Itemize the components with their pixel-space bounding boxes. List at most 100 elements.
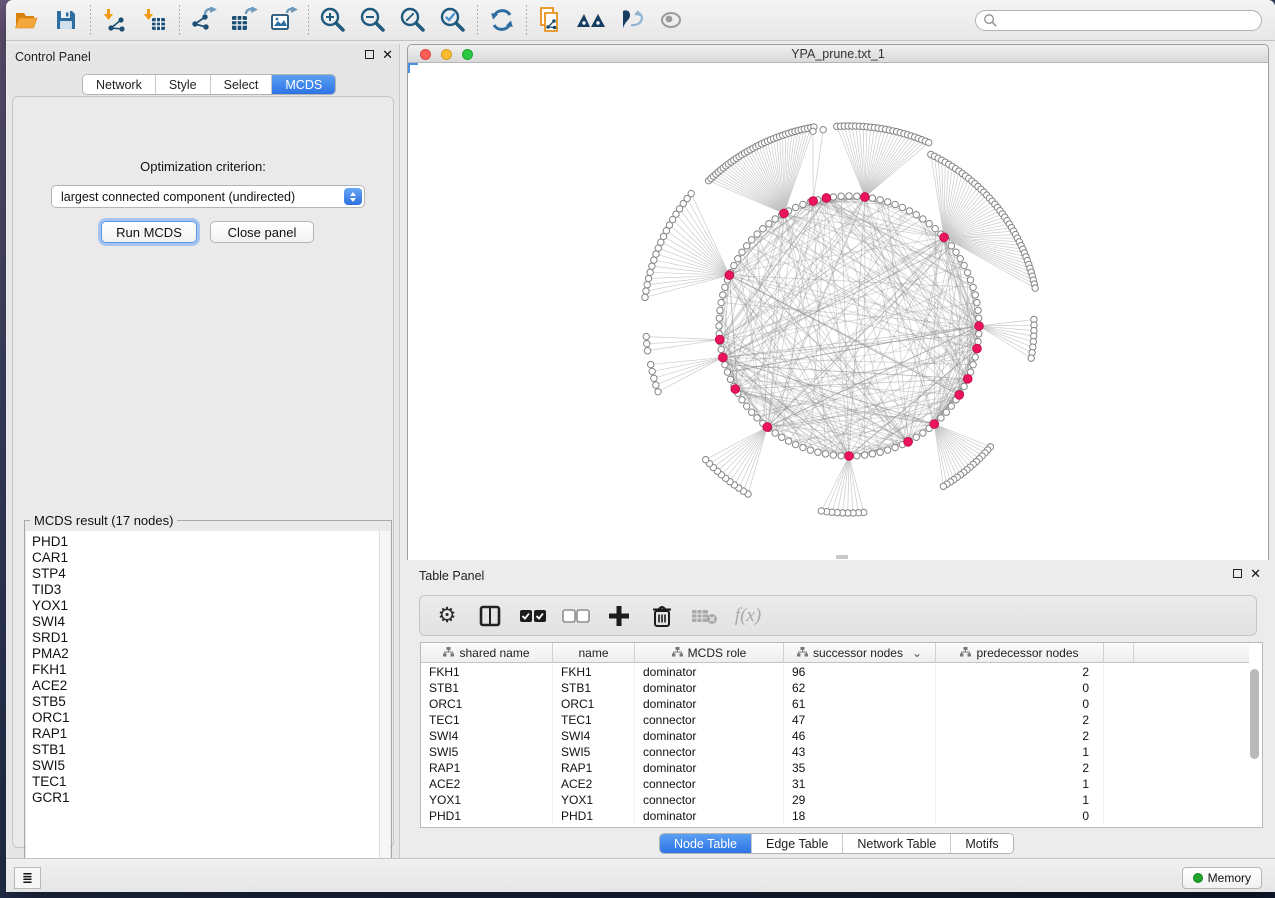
control-panel-header: Control Panel ✕ <box>7 44 399 70</box>
mcds-result-item[interactable]: YOX1 <box>32 598 381 614</box>
mcds-result-item[interactable]: PHD1 <box>32 534 381 550</box>
zoom-in-icon[interactable] <box>313 3 353 37</box>
table-row[interactable]: ORC1ORC1dominator610 <box>421 696 1249 712</box>
zoom-out-icon[interactable] <box>353 3 393 37</box>
column-type-icon <box>672 646 683 660</box>
cell-successor-nodes: 29 <box>784 792 936 808</box>
network-canvas[interactable] <box>408 63 1268 560</box>
close-panel-icon[interactable]: ✕ <box>1250 568 1261 579</box>
export-table-icon[interactable] <box>224 3 264 37</box>
open-session-icon[interactable] <box>6 3 46 37</box>
cell-MCDS-role: dominator <box>635 664 784 680</box>
column-header-successor-nodes[interactable]: successor nodes⌄ <box>784 643 936 662</box>
mcds-result-item[interactable]: FKH1 <box>32 662 381 678</box>
mcds-result-item[interactable]: GCR1 <box>32 790 381 806</box>
export-network-icon[interactable] <box>184 3 224 37</box>
network-hscroll-thumb[interactable] <box>836 555 848 559</box>
column-header-MCDS-role[interactable]: MCDS role <box>635 643 784 662</box>
mcds-result-item[interactable]: STB5 <box>32 694 381 710</box>
function-builder-icon: f(x) <box>731 601 765 631</box>
tab-network-table[interactable]: Network Table <box>843 834 951 853</box>
table-panel-title: Table Panel <box>419 569 484 583</box>
task-history-button[interactable]: ≣ <box>14 867 41 889</box>
mcds-result-item[interactable]: SWI5 <box>32 758 381 774</box>
import-table-icon[interactable] <box>135 3 175 37</box>
create-column-icon[interactable] <box>602 601 636 631</box>
mcds-result-item[interactable]: PMA2 <box>32 646 381 662</box>
table-row[interactable]: SWI4SWI4dominator462 <box>421 728 1249 744</box>
column-header-predecessor-nodes[interactable]: predecessor nodes <box>936 643 1104 662</box>
table-row[interactable]: RAP1RAP1dominator352 <box>421 760 1249 776</box>
refresh-view-icon[interactable] <box>482 3 522 37</box>
control-panel: Control Panel ✕ NetworkStyleSelectMCDS O… <box>7 44 400 858</box>
table-panel: Table Panel ✕ ⚙ <box>407 565 1269 858</box>
table-row[interactable]: FKH1FKH1dominator962 <box>421 664 1249 680</box>
tab-mcds[interactable]: MCDS <box>272 75 335 94</box>
delete-column-trash-icon[interactable] <box>645 601 679 631</box>
optimization-criterion-select[interactable]: largest connected component (undirected) <box>51 185 365 208</box>
network-graph <box>408 63 1268 560</box>
status-bar: ≣ Memory <box>6 858 1275 892</box>
save-session-icon[interactable] <box>46 3 86 37</box>
mcds-result-item[interactable]: RAP1 <box>32 726 381 742</box>
table-row[interactable]: STB1STB1dominator620 <box>421 680 1249 696</box>
cell-MCDS-role: connector <box>635 712 784 728</box>
mcds-result-item[interactable]: CAR1 <box>32 550 381 566</box>
mcds-result-item[interactable]: STP4 <box>32 566 381 582</box>
network-view-window: YPA_prune.txt_1 <box>407 44 1269 560</box>
table-row[interactable]: YOX1YOX1connector291 <box>421 792 1249 808</box>
export-image-icon[interactable] <box>264 3 304 37</box>
table-settings-gear-icon[interactable]: ⚙ <box>430 601 464 631</box>
close-panel-icon[interactable]: ✕ <box>382 49 393 60</box>
tab-network[interactable]: Network <box>83 75 156 94</box>
control-panel-title: Control Panel <box>15 50 91 64</box>
delete-table-icon <box>688 601 722 631</box>
deselect-all-columns-icon[interactable] <box>559 601 593 631</box>
cell-name: PHD1 <box>553 808 635 824</box>
mcds-result-item[interactable]: TID3 <box>32 582 381 598</box>
search-input[interactable] <box>975 10 1262 31</box>
mcds-result-item[interactable]: TEC1 <box>32 774 381 790</box>
hide-selected-icon[interactable] <box>611 3 651 37</box>
cell-shared-name: RAP1 <box>421 760 553 776</box>
cell-name: SWI5 <box>553 744 635 760</box>
first-neighbors-icon[interactable] <box>571 3 611 37</box>
mcds-result-item[interactable]: ACE2 <box>32 678 381 694</box>
zoom-fit-icon[interactable] <box>393 3 433 37</box>
tab-edge-table[interactable]: Edge Table <box>752 834 843 853</box>
run-mcds-button[interactable]: Run MCDS <box>101 221 197 243</box>
float-panel-icon[interactable] <box>365 50 374 59</box>
zoom-selected-icon[interactable] <box>433 3 473 37</box>
table-vscroll-thumb[interactable] <box>1250 669 1259 759</box>
table-vscrollbar[interactable] <box>1249 645 1260 825</box>
column-header-shared-name[interactable]: shared name <box>421 643 553 662</box>
node-table-rows: FKH1FKH1dominator962STB1STB1dominator620… <box>421 664 1249 824</box>
toolbar-separator <box>179 5 180 35</box>
mcds-result-item[interactable]: SWI4 <box>32 614 381 630</box>
tab-node-table[interactable]: Node Table <box>660 834 752 853</box>
mcds-result-list[interactable]: PHD1CAR1STP4TID3YOX1SWI4SRD1PMA2FKH1ACE2… <box>26 531 381 889</box>
column-header-name[interactable]: name <box>553 643 635 662</box>
table-row[interactable]: ACE2ACE2connector311 <box>421 776 1249 792</box>
mcds-result-item[interactable]: ORC1 <box>32 710 381 726</box>
import-network-icon[interactable] <box>95 3 135 37</box>
network-window-titlebar[interactable]: YPA_prune.txt_1 <box>408 45 1268 63</box>
table-row[interactable]: PHD1PHD1dominator180 <box>421 808 1249 824</box>
table-row[interactable]: SWI5SWI5connector431 <box>421 744 1249 760</box>
clone-network-icon[interactable] <box>531 3 571 37</box>
cell-shared-name: PHD1 <box>421 808 553 824</box>
mcds-result-item[interactable]: STB1 <box>32 742 381 758</box>
select-all-columns-icon[interactable] <box>516 601 550 631</box>
close-panel-button[interactable]: Close panel <box>210 221 314 243</box>
show-columns-icon[interactable] <box>473 601 507 631</box>
mcds-list-scrollbar[interactable] <box>379 531 390 889</box>
tab-motifs[interactable]: Motifs <box>951 834 1012 853</box>
memory-button[interactable]: Memory <box>1182 867 1262 889</box>
tab-select[interactable]: Select <box>211 75 273 94</box>
tab-style[interactable]: Style <box>156 75 211 94</box>
column-type-icon <box>443 646 454 660</box>
table-row[interactable]: TEC1TEC1connector472 <box>421 712 1249 728</box>
mcds-result-item[interactable]: SRD1 <box>32 630 381 646</box>
table-toolbar: ⚙ <box>419 595 1257 636</box>
float-panel-icon[interactable] <box>1233 569 1242 578</box>
